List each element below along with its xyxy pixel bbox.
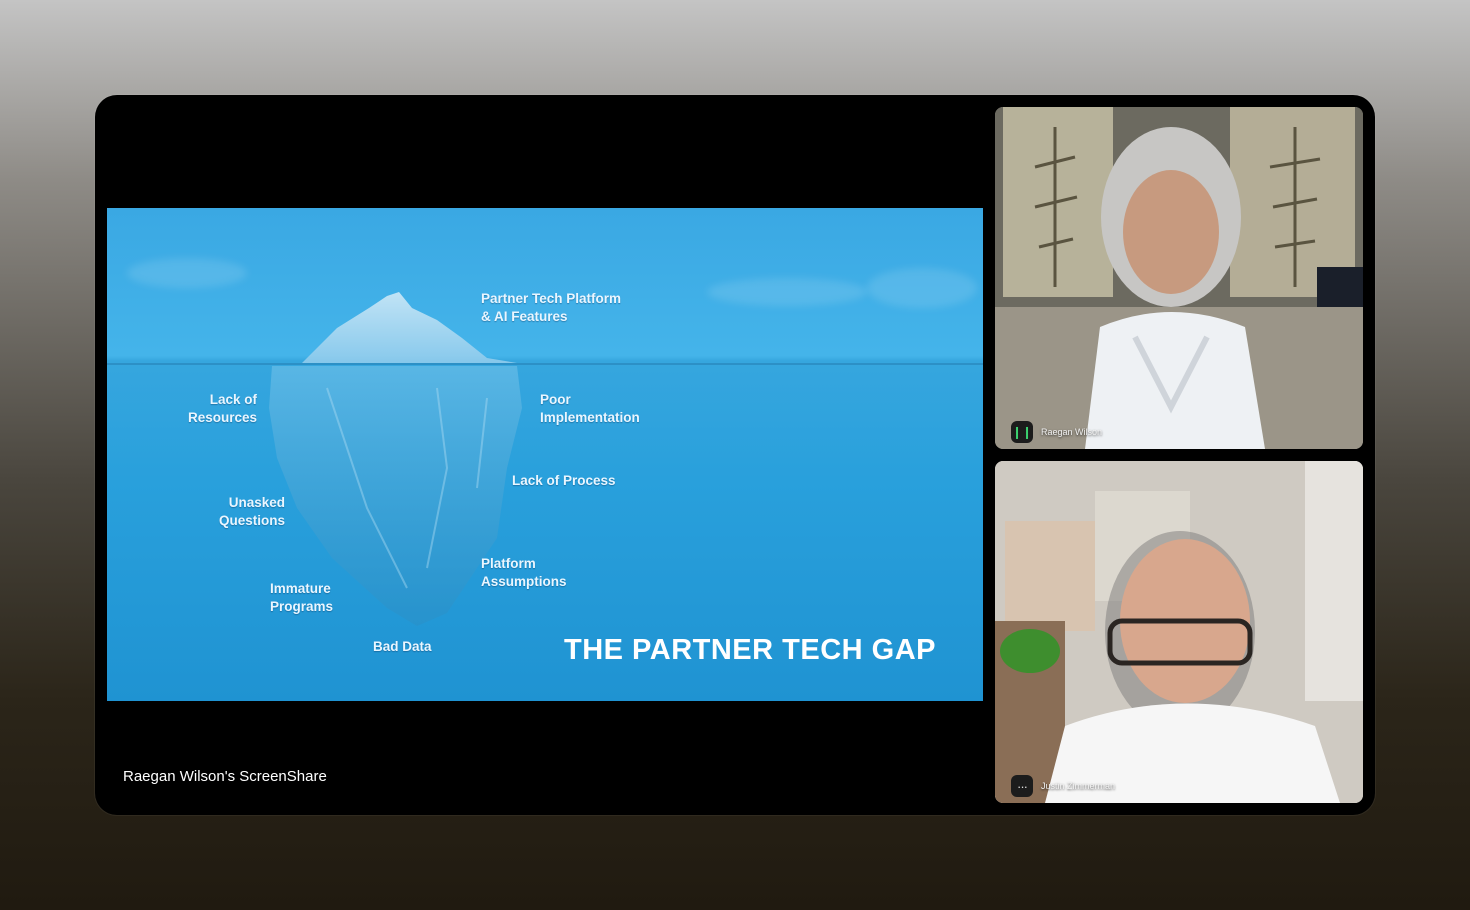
label-lack-of-resources: Lack of Resources bbox=[187, 392, 257, 425]
video-feed bbox=[995, 461, 1363, 803]
mic-active-icon[interactable]: ❙❙ bbox=[1011, 421, 1033, 443]
screenshare-caption: Raegan Wilson's ScreenShare bbox=[123, 768, 327, 785]
label-bad-data: Bad Data bbox=[373, 639, 432, 654]
label-lack-of-process: Lack of Process bbox=[512, 473, 616, 488]
participant-name: Raegan Wilson bbox=[1041, 427, 1103, 437]
more-options-icon[interactable]: ··· bbox=[1011, 775, 1033, 797]
label-platform-assumptions: Platform Assumptions bbox=[481, 556, 567, 589]
video-feed bbox=[995, 107, 1363, 449]
label-poor-implementation: Poor Implementation bbox=[540, 392, 640, 425]
participant-name: Justin Zimmerman bbox=[1041, 781, 1116, 791]
participant-tile-raegan[interactable]: ❙❙ Raegan Wilson bbox=[995, 107, 1363, 449]
label-partner-tech-platform: Partner Tech Platform & AI Features bbox=[481, 291, 622, 324]
participant-name-row: ❙❙ Raegan Wilson bbox=[1011, 421, 1102, 443]
slide-title: THE PARTNER TECH GAP bbox=[564, 634, 936, 666]
iceberg-illustration bbox=[107, 292, 983, 626]
participant-tile-justin[interactable]: ··· Justin Zimmerman bbox=[995, 461, 1363, 803]
meeting-window: Partner Tech Platform & AI Features Lack… bbox=[95, 95, 1375, 815]
participant-name-row: ··· Justin Zimmerman bbox=[1011, 775, 1115, 797]
screenshare-view[interactable]: Partner Tech Platform & AI Features Lack… bbox=[107, 208, 983, 701]
label-immature-programs: Immature Programs bbox=[270, 581, 334, 614]
label-unasked-questions: Unasked Questions bbox=[218, 495, 285, 528]
